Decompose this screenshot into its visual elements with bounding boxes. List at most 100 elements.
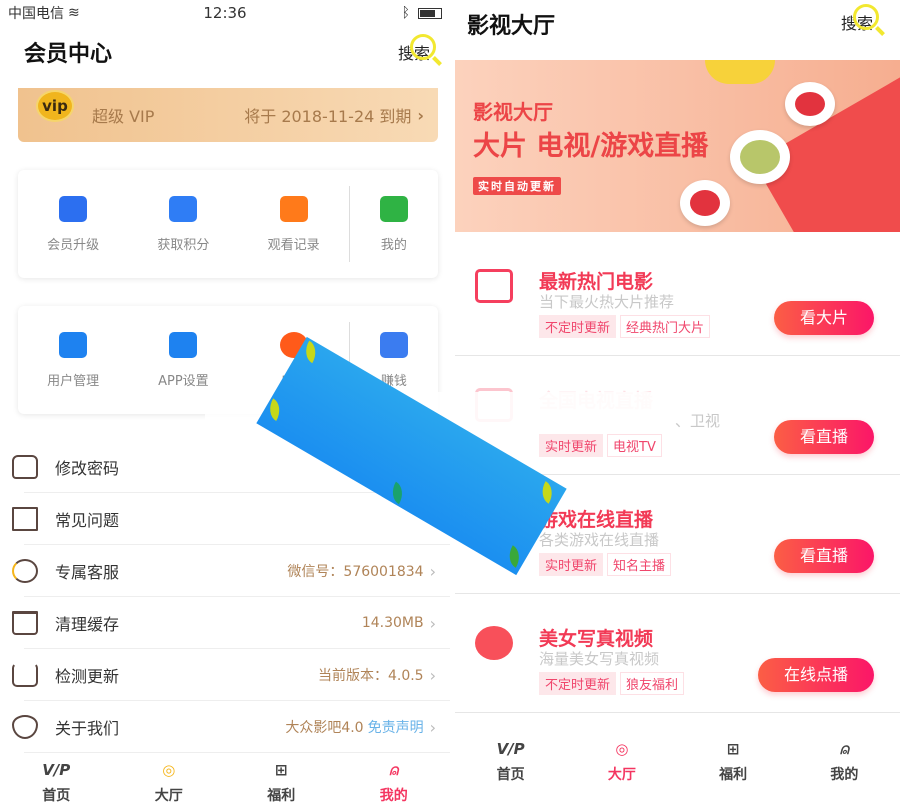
user-icon: ⍝ xyxy=(389,761,399,779)
menu-points[interactable]: 获取积分 xyxy=(128,170,238,278)
watch-tv-button[interactable]: 看直播 xyxy=(773,420,874,454)
tab-label: 福利 xyxy=(719,767,748,783)
search-button[interactable]: 搜索 xyxy=(398,34,436,64)
contacts-icon xyxy=(59,331,88,358)
wechat-id: 微信号：576001834 xyxy=(287,564,424,580)
tag: 实时更新 xyxy=(539,553,604,576)
row-clear-cache[interactable]: 清理缓存 14.30MB › xyxy=(0,597,450,649)
home-icon xyxy=(379,195,408,222)
search-icon xyxy=(410,34,436,60)
banner-headline: 大片 电视/游戏直播 xyxy=(473,131,709,162)
row-label: 常见问题 xyxy=(55,511,120,530)
tab-mine[interactable]: ⍝ 我的 xyxy=(338,755,451,811)
disclaimer-link[interactable]: 免责声明 xyxy=(368,717,424,737)
vip-expiry: 将于 2018-11-24 到期 xyxy=(244,107,412,126)
menu-mine[interactable]: 我的 xyxy=(348,186,438,262)
strawberry-image xyxy=(785,82,835,126)
current-version: 当前版本：4.0.5 xyxy=(317,668,424,684)
tab-label: 首页 xyxy=(496,767,525,783)
search-icon xyxy=(853,4,879,30)
list-item-photos[interactable]: 美女写真视频 海量美女写真视频 不定时更新 狼友福利 在线点播 xyxy=(455,594,900,713)
menu-history[interactable]: 观看记录 xyxy=(239,170,349,278)
tab-label: 我的 xyxy=(830,767,859,783)
planet-icon: ◎ xyxy=(615,740,629,758)
gift-icon xyxy=(169,195,198,222)
tag: 经典热门大片 xyxy=(620,315,711,338)
tag: 不定时更新 xyxy=(539,315,617,338)
row-about-us[interactable]: 关于我们 大众影吧4.0 免责声明 › xyxy=(0,701,450,753)
page-title: 会员中心 xyxy=(24,42,113,67)
strawberry-image xyxy=(680,180,730,226)
tab-label: 大厅 xyxy=(154,788,183,804)
tv-icon xyxy=(279,195,308,222)
lock-icon xyxy=(12,455,38,479)
avocado-image xyxy=(730,130,790,184)
tab-home[interactable]: V/P 首页 xyxy=(455,713,566,811)
tag: 实时更新 xyxy=(539,434,604,457)
vip-icon: V/P xyxy=(42,761,71,779)
chevron-right-icon: › xyxy=(429,561,436,581)
row-customer-service[interactable]: 专属客服 微信号：576001834 › xyxy=(0,545,450,597)
row-label: 关于我们 xyxy=(55,719,120,738)
tab-label: 福利 xyxy=(267,788,296,804)
search-button[interactable]: 搜索 xyxy=(841,4,879,34)
menu-label: 获取积分 xyxy=(157,237,210,253)
tab-welfare[interactable]: ⊞ 福利 xyxy=(678,713,789,811)
promo-banner[interactable]: 影视大厅 大片 电视/游戏直播 实时自动更新 xyxy=(455,60,900,232)
row-label: 修改密码 xyxy=(55,459,120,478)
tab-hall[interactable]: ◎ 大厅 xyxy=(113,755,226,811)
tag: 狼友福利 xyxy=(620,672,685,695)
user-icon: ⍝ xyxy=(839,740,849,758)
bottom-tab-bar: V/P 首页 ◎ 大厅 ⊞ 福利 ⍝ 我的 xyxy=(455,713,900,811)
menu-label: APP设置 xyxy=(158,373,209,389)
gift-icon: ⊞ xyxy=(274,761,288,779)
row-label: 清理缓存 xyxy=(55,615,120,634)
battery-icon xyxy=(418,7,442,19)
row-faq[interactable]: 常见问题 xyxy=(0,493,450,545)
watch-photos-button[interactable]: 在线点播 xyxy=(757,658,874,692)
tag: 知名主播 xyxy=(607,553,672,576)
film-icon xyxy=(475,269,513,303)
easel-icon xyxy=(12,507,38,531)
bottom-tab-bar: V/P 首页 ◎ 大厅 ⊞ 福利 ⍝ 我的 xyxy=(0,755,450,811)
chevron-right-icon: › xyxy=(429,665,436,685)
girl-icon xyxy=(475,626,513,660)
menu-label: 我的 xyxy=(380,237,407,253)
quick-menu-1: 会员升级 获取积分 观看记录 我的 xyxy=(18,170,438,278)
watch-movies-button[interactable]: 看大片 xyxy=(773,301,874,335)
status-bar: 中国电信 ≋ 12:36 ᛒ xyxy=(0,0,450,26)
menu-label: 用户管理 xyxy=(47,373,100,389)
chevron-right-icon: › xyxy=(417,105,424,125)
download-icon xyxy=(12,663,38,687)
clock: 12:36 xyxy=(203,4,247,22)
cache-size: 14.30MB xyxy=(361,615,424,631)
heart-icon xyxy=(12,715,38,739)
vip-label: 超级 VIP xyxy=(92,107,155,126)
item-subtitle: 当下最火热大片推荐 xyxy=(539,293,675,311)
item-title: 游戏在线直播 xyxy=(539,509,654,531)
tab-label: 首页 xyxy=(42,788,71,804)
watch-games-button[interactable]: 看直播 xyxy=(773,539,874,573)
vip-card[interactable]: vip 超级 VIP 将于 2018-11-24 到期 › xyxy=(18,88,438,142)
item-subtitle: 海量美女写真视频 xyxy=(539,650,660,668)
menu-user-management[interactable]: 用户管理 xyxy=(18,306,128,414)
item-title: 最新热门电影 xyxy=(539,271,654,293)
tab-mine[interactable]: ⍝ 我的 xyxy=(789,713,900,811)
chevron-right-icon: › xyxy=(429,717,436,737)
vip-icon: V/P xyxy=(496,740,525,758)
menu-upgrade[interactable]: 会员升级 xyxy=(18,170,128,278)
page-title: 影视大厅 xyxy=(467,14,556,39)
tag: 不定时更新 xyxy=(539,672,617,695)
tab-home[interactable]: V/P 首页 xyxy=(0,755,113,811)
planet-icon: ◎ xyxy=(162,761,176,779)
folder-user-icon xyxy=(169,331,198,358)
tab-hall[interactable]: ◎ 大厅 xyxy=(566,713,677,811)
gift-icon: ⊞ xyxy=(726,740,740,758)
list-item-movies[interactable]: 最新热门电影 当下最火热大片推荐 不定时更新 经典热门大片 看大片 xyxy=(455,237,900,356)
item-subtitle: 、卫视 xyxy=(675,412,721,430)
tab-welfare[interactable]: ⊞ 福利 xyxy=(225,755,338,811)
card-icon xyxy=(379,331,408,358)
vip-badge-icon: vip xyxy=(36,90,74,122)
row-check-update[interactable]: 检测更新 当前版本：4.0.5 › xyxy=(0,649,450,701)
row-label: 检测更新 xyxy=(55,667,120,686)
